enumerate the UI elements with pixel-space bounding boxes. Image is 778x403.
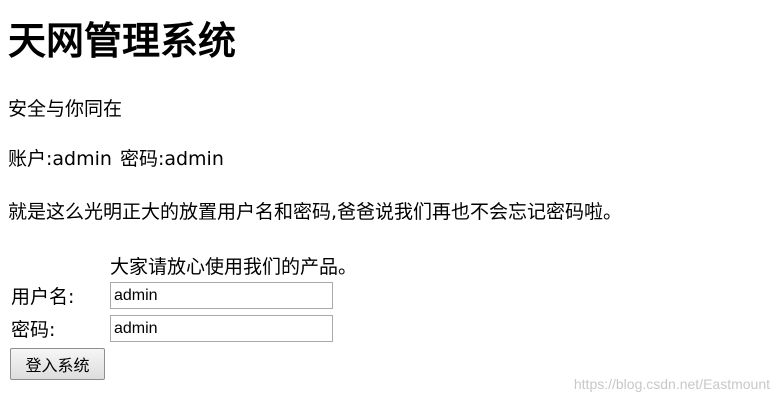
password-hint: 密码:admin xyxy=(119,148,224,170)
reassurance-text: 大家请放心使用我们的产品。 xyxy=(110,256,358,278)
username-label: 用户名: xyxy=(11,286,75,308)
account-hint: 账户:admin xyxy=(8,148,112,170)
login-page: 天网管理系统 安全与你同在 账户:admin 密码:admin 就是这么光明正大的… xyxy=(0,0,778,403)
tagline: 安全与你同在 xyxy=(8,98,123,120)
login-button[interactable]: 登入系统 xyxy=(10,348,105,380)
notice-text: 就是这么光明正大的放置用户名和密码,爸爸说我们再也不会忘记密码啦。 xyxy=(8,201,623,223)
username-input[interactable] xyxy=(110,282,333,309)
page-title: 天网管理系统 xyxy=(8,19,237,63)
credentials-hint: 账户:admin 密码:admin xyxy=(8,147,224,171)
watermark-text: https://blog.csdn.net/Eastmount xyxy=(573,376,770,392)
password-input[interactable] xyxy=(110,315,333,342)
password-label: 密码: xyxy=(11,319,56,341)
